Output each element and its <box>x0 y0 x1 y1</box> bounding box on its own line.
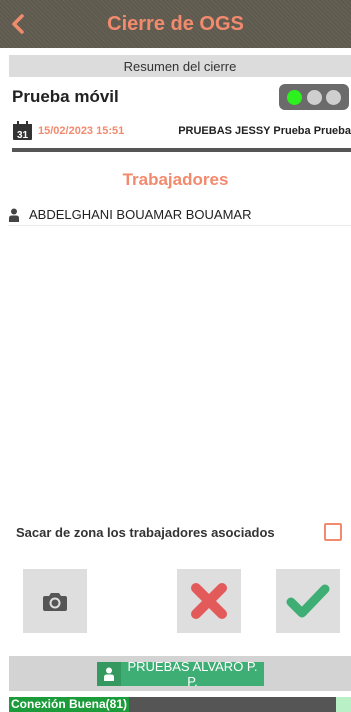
section-subtitle: Resumen del cierre <box>9 55 351 77</box>
connection-indicator <box>336 697 351 712</box>
workers-title: Trabajadores <box>122 170 229 189</box>
check-icon <box>286 584 330 618</box>
remove-workers-option: Sacar de zona los trabajadores asociados <box>16 522 342 542</box>
status-indicator <box>279 84 349 110</box>
ogs-user: PRUEBAS JESSY Prueba Prueba <box>178 125 351 137</box>
chevron-left-icon <box>12 14 24 34</box>
connection-status: Conexión Buena(81) <box>9 697 130 712</box>
subtitle-label: Resumen del cierre <box>123 58 237 74</box>
app-header: Cierre de OGS <box>0 0 351 48</box>
status-dot-active <box>287 89 303 105</box>
current-user-name: PRUEBAS ALVARO P. P. <box>127 659 258 689</box>
remove-workers-checkbox[interactable] <box>324 523 342 541</box>
camera-icon <box>43 593 67 611</box>
back-button[interactable] <box>6 10 30 38</box>
list-item: ABDELGHANI BOUAMAR BOUAMAR <box>8 204 351 226</box>
current-user-button[interactable]: PRUEBAS ALVARO P. P. <box>97 659 264 689</box>
status-dot-inactive <box>325 89 341 105</box>
user-icon <box>97 662 121 686</box>
page-title: Cierre de OGS <box>107 12 244 35</box>
calendar-icon: 31 <box>13 121 32 141</box>
ogs-meta-row: 31 15/02/2023 15:51 PRUEBAS JESSY Prueba… <box>12 120 351 142</box>
confirm-button[interactable] <box>276 569 340 633</box>
ogs-name: Prueba móvil <box>12 87 119 106</box>
worker-name: ABDELGHANI BOUAMAR BOUAMAR <box>29 207 252 222</box>
close-icon <box>191 583 227 619</box>
camera-button[interactable] <box>23 569 87 633</box>
cancel-button[interactable] <box>177 569 241 633</box>
calendar-day: 31 <box>17 130 29 141</box>
remove-workers-label: Sacar de zona los trabajadores asociados <box>16 524 275 540</box>
ogs-date: 15/02/2023 15:51 <box>38 125 125 137</box>
divider <box>12 148 351 152</box>
status-dot-inactive <box>306 89 322 105</box>
person-icon <box>9 208 19 222</box>
